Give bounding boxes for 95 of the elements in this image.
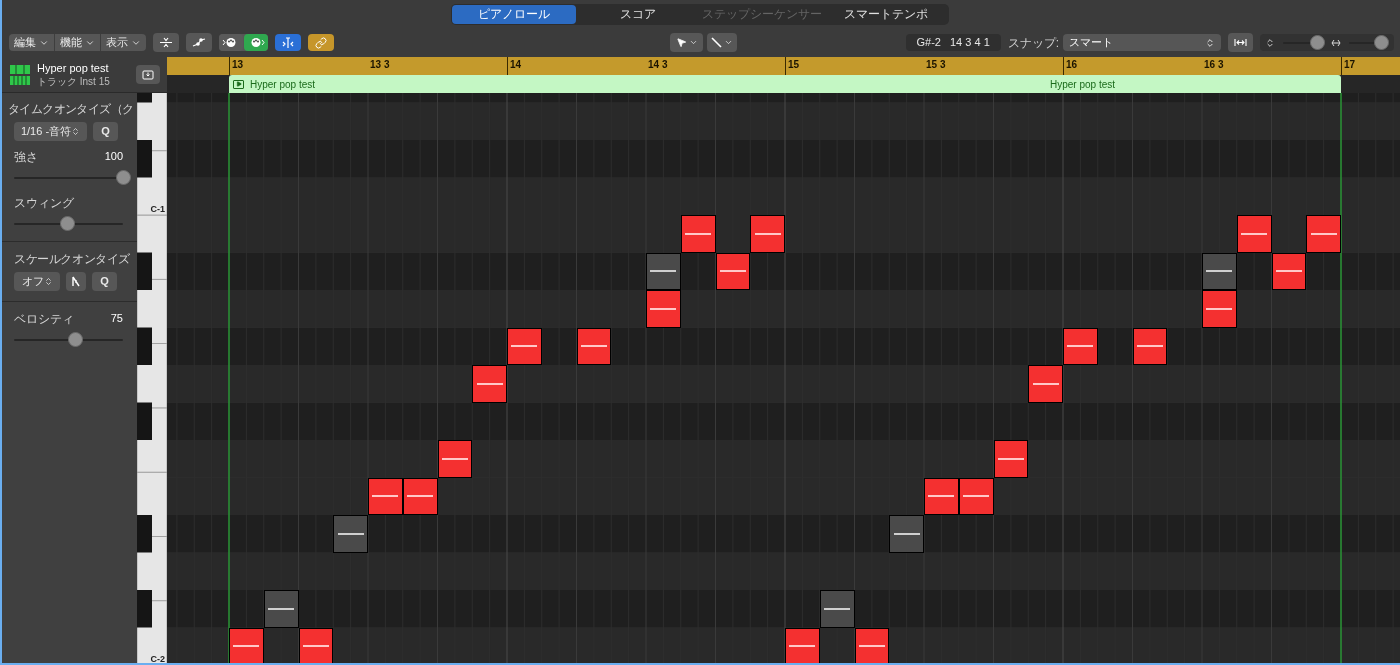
track-name: Hyper pop test — [37, 61, 110, 75]
region-name: Hyper pop test — [1050, 77, 1116, 92]
midi-note[interactable] — [507, 327, 542, 365]
midi-note[interactable] — [680, 215, 716, 253]
view-tab[interactable]: スマートテンポ — [824, 4, 948, 24]
midi-note[interactable] — [333, 515, 368, 553]
snap-label: スナップ: — [1007, 34, 1059, 52]
snap-dropdown[interactable]: スマート — [1063, 34, 1221, 51]
position-reading: 14 3 4 1 — [950, 35, 990, 51]
midi-note[interactable] — [819, 590, 855, 628]
bar-number: 16 3 — [1203, 58, 1224, 72]
bar-number: 14 — [509, 58, 522, 72]
bar-number: 13 — [231, 58, 244, 72]
scale-value-dropdown[interactable]: オフ — [14, 272, 60, 291]
chevron-down-icon — [688, 38, 698, 47]
midi-note[interactable] — [1306, 215, 1341, 253]
velocity-label: ベロシティ — [14, 311, 74, 328]
midi-note[interactable] — [646, 290, 681, 328]
region-name: Hyper pop test — [250, 77, 316, 92]
link-button[interactable] — [308, 34, 334, 51]
vertical-zoom-slider-thumb[interactable] — [1309, 35, 1325, 50]
bar-number: 13 3 — [369, 58, 390, 72]
view-tab[interactable]: ピアノロール — [452, 4, 576, 24]
midi-note[interactable] — [1202, 252, 1237, 290]
midi-note[interactable] — [368, 477, 403, 515]
menu-button[interactable]: 編集 — [9, 34, 55, 51]
midi-region[interactable]: Hyper pop test Hyper pop test — [229, 75, 1341, 93]
midi-in-button[interactable] — [219, 34, 243, 51]
scale-icon — [72, 276, 80, 287]
midi-note[interactable] — [993, 440, 1029, 478]
playhead-catch-icon — [281, 36, 295, 49]
tray-icon — [142, 69, 154, 80]
pencil-icon — [711, 37, 722, 48]
pointer-icon — [675, 37, 687, 48]
menu-button[interactable]: 機能 — [55, 34, 101, 51]
horizontal-zoom-slider-thumb[interactable] — [1373, 35, 1389, 50]
fit-width-icon — [1234, 38, 1247, 47]
collapse-button[interactable] — [153, 33, 179, 52]
link-icon — [315, 36, 327, 49]
track-subtitle: トラック Inst 15 — [37, 74, 111, 88]
catch-button[interactable] — [275, 34, 301, 51]
up-down-chevron-icon — [43, 277, 53, 286]
velocity-slider-thumb[interactable] — [67, 332, 83, 347]
scale-quantize-button[interactable]: Q — [92, 272, 117, 291]
instrument-track-icon — [9, 63, 31, 86]
midi-note[interactable] — [924, 477, 959, 515]
midi-note[interactable] — [889, 515, 924, 553]
collapse-icon — [159, 37, 173, 48]
time-quantize-title: タイムクオンタイズ（ク — [8, 101, 135, 118]
swing-label: スウィング — [14, 195, 75, 212]
octave-label: C-1 — [150, 204, 165, 214]
pitch-reading: G#-2 — [916, 35, 941, 51]
midi-note[interactable] — [1063, 327, 1098, 365]
strength-label: 強さ — [14, 149, 38, 166]
horizontal-zoom-icon — [1331, 38, 1341, 47]
bar-number: 15 — [787, 58, 800, 72]
velocity-reading: 75 — [110, 311, 123, 326]
vertical-zoom-icon — [1265, 37, 1275, 48]
menu-button[interactable]: 表示 — [101, 34, 146, 51]
strength-slider-thumb[interactable] — [115, 170, 131, 185]
midi-note[interactable] — [750, 215, 785, 253]
midi-note[interactable] — [229, 627, 264, 663]
bar-number: 17 — [1343, 58, 1356, 72]
chevron-down-icon — [724, 38, 733, 47]
strength-reading: 100 — [104, 149, 123, 164]
midi-note[interactable] — [1236, 215, 1272, 253]
quantize-button[interactable]: Q — [93, 122, 118, 141]
fit-button[interactable] — [1228, 33, 1253, 52]
bar-number: 16 — [1065, 58, 1078, 72]
piano-keyboard-drawing[interactable]: C-1 C-2 — [137, 93, 167, 663]
pointer-tool-button[interactable] — [670, 33, 703, 52]
scale-quantize-title: スケールクオンタイズ — [14, 251, 131, 268]
scale-mode-button[interactable] — [66, 272, 86, 291]
play-icon — [233, 79, 244, 89]
midi-note[interactable] — [263, 590, 299, 628]
bar-number: 14 3 — [647, 58, 668, 72]
up-down-chevron-icon — [71, 127, 81, 136]
quantize-value-dropdown[interactable]: 1/16 -音符 — [14, 122, 87, 141]
midi-note[interactable] — [646, 252, 681, 290]
midi-note[interactable] — [437, 440, 473, 478]
midi-note[interactable] — [1202, 290, 1237, 328]
midi-out-button[interactable] — [244, 34, 268, 51]
octave-label: C-2 — [150, 654, 165, 663]
swing-slider-thumb[interactable] — [59, 216, 75, 231]
automation-button[interactable] — [186, 33, 212, 52]
curve-nodes-icon — [192, 37, 206, 48]
midi-note[interactable] — [1028, 365, 1063, 403]
bar-number: 15 3 — [925, 58, 946, 72]
bar-ruler[interactable]: 13 13 3 14 14 3 15 15 3 16 16 3 17 — [167, 57, 1400, 75]
view-tab[interactable]: スコア — [576, 4, 700, 24]
midi-note[interactable] — [785, 627, 820, 663]
pencil-tool-button[interactable] — [707, 33, 737, 52]
region-inspector-button[interactable] — [136, 65, 160, 84]
up-down-chevron-icon — [1205, 37, 1215, 48]
midi-note[interactable] — [472, 365, 507, 403]
